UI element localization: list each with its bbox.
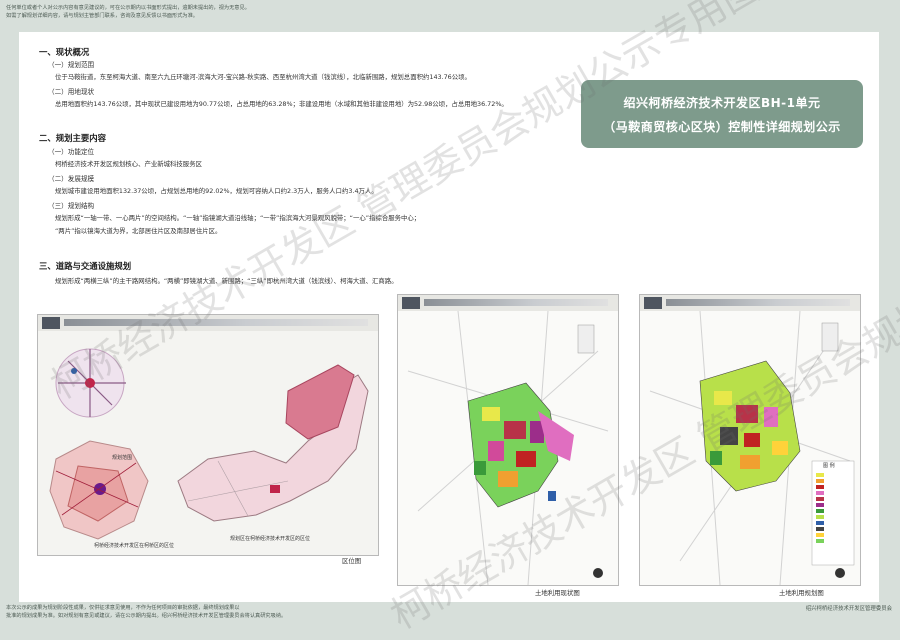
subheading-scope: （一）规划范围: [48, 61, 95, 69]
location-map-panel: 规划范围 规划区在柯桥经济技术开发区的区位 柯桥经济技术开发区在柯桥区的区位: [37, 314, 379, 556]
current-landuse-panel: [397, 294, 619, 586]
location-map-graphic: [38, 331, 378, 555]
top-notice-line: 如需了解规划详细内容，请与规划主管部门联系，咨询及意见反馈以书面形式为准。: [6, 13, 198, 19]
plan-title-line1: 绍兴柯桥经济技术开发区BH-1单元: [623, 96, 821, 110]
planned-landuse-panel: 图 例: [639, 294, 861, 586]
subheading-current-use: （二）用地现状: [48, 88, 95, 96]
section-heading-plan: 二、规划主要内容: [39, 133, 106, 143]
subheading-function: （一）功能定位: [48, 148, 95, 156]
planned-landuse-map: [640, 311, 860, 585]
bottom-notice-line: 批准的规划成果为准。如对规划有意见或建议，请在公示期内提出。绍兴柯桥经济技术开发…: [6, 613, 287, 619]
top-notice: 任何单位或者个人对公示内容有意见建议的，可在公示期内以书面形式提出，逾期未提出的…: [6, 4, 606, 20]
planned-landuse-header: [640, 295, 860, 312]
header-title-bar: [424, 299, 608, 306]
structure-text-2: “两片”指以镜海大道为界，北部居住片区及南部居住片区。: [55, 227, 222, 235]
subheading-structure: （三）规划结构: [48, 202, 95, 210]
current-use-text: 总用地面积约143.76公顷，其中现状已建设用地为90.77公顷，占总用地的63…: [55, 100, 508, 108]
bottom-notice-line: 本次公示的成果为规划阶段性成果，仅供征求意见使用，不作为任何项目的审批依据，最终…: [6, 605, 240, 611]
legend-zone-location: 规划区在柯桥经济技术开发区的区位: [230, 536, 311, 542]
header-title-bar: [666, 299, 850, 306]
announcement-sheet: 一、现状概况 （一）规划范围 位于马鞍街道，东至柯海大道、南至六九丘环塘河-滨海…: [19, 0, 900, 638]
plan-title-box: 绍兴柯桥经济技术开发区BH-1单元 （马鞍商贸核心区块）控制性详细规划公示: [581, 80, 863, 148]
roads-text: 规划形成“两横三纵”的主干路网结构。“两横”即镜湖大道、新围路；“三纵”即杭州湾…: [55, 277, 398, 285]
logo: [644, 297, 662, 309]
legend-district-location: 柯桥经济技术开发区在柯桥区的区位: [94, 543, 175, 549]
logo: [402, 297, 420, 309]
current-landuse-header: [398, 295, 618, 312]
section-heading-roads: 三、道路与交通设施规划: [39, 261, 132, 271]
section-heading-status: 一、现状概况: [39, 47, 90, 57]
legend-planning-scope: 规划范围: [112, 455, 133, 461]
scope-text: 位于马鞍街道，东至柯海大道、南至六九丘环塘河-滨海大河-宝兴路-秋实路、西至杭州…: [55, 73, 471, 81]
location-map-header: [38, 315, 378, 332]
current-landuse-map: [398, 311, 618, 585]
function-text: 柯桥经济技术开发区规划核心、产业新城科技服务区: [55, 160, 202, 168]
top-notice-line: 任何单位或者个人对公示内容有意见建议的，可在公示期内以书面形式提出，逾期未提出的…: [6, 5, 250, 11]
planned-landuse-caption: 土地利用规划图: [779, 589, 824, 597]
logo: [42, 317, 60, 329]
scale-text: 规划城市建设用地面积132.37公顷，占规划总用地的92.02%，规划可容纳人口…: [55, 187, 378, 195]
current-landuse-caption: 土地利用现状图: [535, 589, 580, 597]
legend-title: 图 例: [823, 463, 835, 469]
structure-text: 规划形成“一轴一带、一心两片”的空间结构。“一轴”指镜湖大道沿线轴；“一带”指滨…: [55, 214, 421, 222]
header-title-bar: [64, 319, 368, 326]
issuing-organization: 绍兴柯桥经济技术开发区管理委员会: [805, 606, 892, 612]
location-map-caption: 区位图: [342, 557, 362, 565]
subheading-scale: （二）发展规模: [48, 175, 95, 183]
plan-title-line2: （马鞍商贸核心区块）控制性详细规划公示: [603, 120, 841, 134]
bottom-notice: 本次公示的成果为规划阶段性成果，仅供征求意见使用，不作为任何项目的审批依据，最终…: [6, 604, 706, 620]
